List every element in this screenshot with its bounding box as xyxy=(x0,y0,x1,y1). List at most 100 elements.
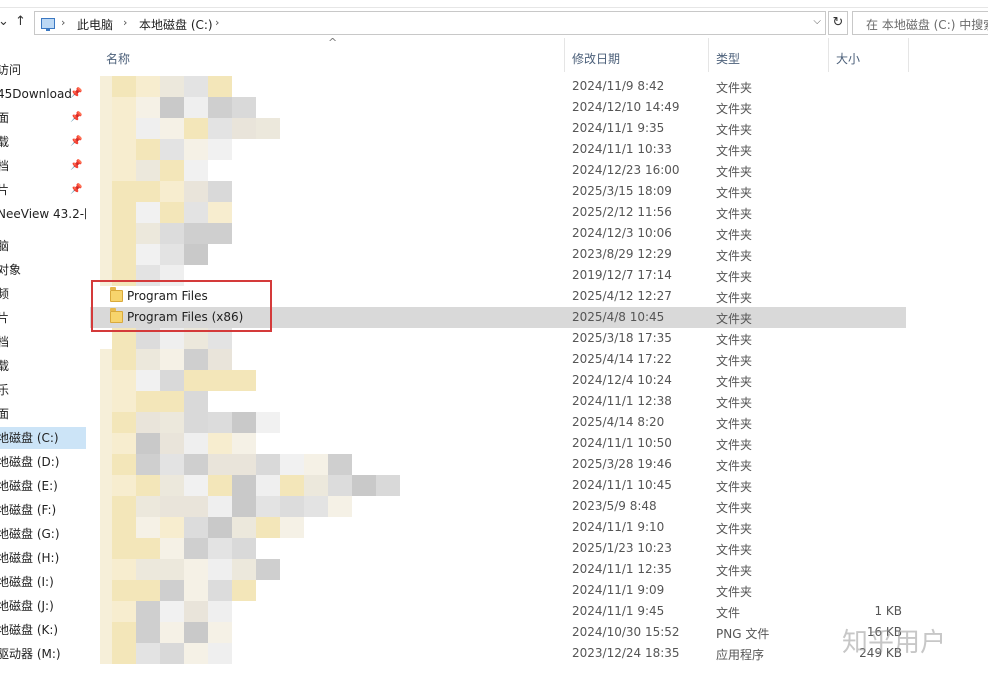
file-row[interactable]: 2024/11/1 10:45 文件夹 xyxy=(90,475,906,496)
column-header-name[interactable]: 名称 xyxy=(106,50,130,67)
nav-item-label: 档 xyxy=(0,335,10,349)
file-modified-date: 2024/11/9 8:42 xyxy=(572,79,665,93)
up-arrow-icon[interactable]: ↑ xyxy=(15,14,26,29)
nav-item-label: 驱动器 (M:) xyxy=(0,647,61,661)
file-type: 文件夹 xyxy=(716,249,753,263)
file-row[interactable]: 2024/11/1 12:38 文件夹 xyxy=(90,391,906,412)
nav-item[interactable]: 档 📌 xyxy=(0,155,86,177)
file-modified-date: 2023/5/9 8:48 xyxy=(572,499,657,513)
address-bar[interactable]: › 此电脑 › 本地磁盘 (C:) › ⌵ xyxy=(34,11,826,35)
nav-item[interactable]: 地磁盘 (J:) xyxy=(0,595,86,617)
file-modified-date: 2025/3/28 19:46 xyxy=(572,457,672,471)
nav-item-label: 地磁盘 (I:) xyxy=(0,575,54,589)
nav-item[interactable]: 载 xyxy=(0,355,86,377)
file-row[interactable]: 2023/5/9 8:48 文件夹 xyxy=(90,496,906,517)
file-row[interactable]: 2024/11/1 9:09 文件夹 xyxy=(90,580,906,601)
nav-item[interactable]: 档 xyxy=(0,331,86,353)
file-type: 文件夹 xyxy=(716,564,753,578)
nav-item[interactable]: 地磁盘 (I:) xyxy=(0,571,86,593)
file-row[interactable]: 2024/12/10 14:49 文件夹 xyxy=(90,97,906,118)
nav-item[interactable]: 片 xyxy=(0,307,86,329)
file-type: 文件夹 xyxy=(716,459,753,473)
recent-locations-icon[interactable]: ⌄ xyxy=(0,14,9,29)
file-type: 文件夹 xyxy=(716,186,753,200)
nav-item-label: 地磁盘 (D:) xyxy=(0,455,60,469)
column-divider[interactable] xyxy=(908,38,909,72)
file-modified-date: 2024/11/1 10:33 xyxy=(572,142,672,156)
nav-item[interactable]: 面 xyxy=(0,403,86,425)
column-divider[interactable] xyxy=(828,38,829,72)
nav-item-label: 面 xyxy=(0,407,10,421)
nav-item[interactable]: NeeView 43.2-图 xyxy=(0,203,86,225)
nav-item-label: 地磁盘 (E:) xyxy=(0,479,58,493)
file-modified-date: 2024/11/1 10:45 xyxy=(572,478,672,492)
file-row[interactable]: 2024/11/1 10:50 文件夹 xyxy=(90,433,906,454)
nav-item[interactable]: 地磁盘 (E:) xyxy=(0,475,86,497)
nav-item[interactable]: 乐 xyxy=(0,379,86,401)
nav-item[interactable]: 访问 xyxy=(0,59,86,81)
nav-item[interactable]: 对象 xyxy=(0,259,86,281)
breadcrumb-separator-icon[interactable]: › xyxy=(215,16,219,29)
file-row[interactable]: 2025/4/14 17:22 文件夹 xyxy=(90,349,906,370)
nav-item-label: 载 xyxy=(0,359,10,373)
file-row[interactable]: 2024/12/23 16:00 文件夹 xyxy=(90,160,906,181)
file-modified-date: 2024/10/30 15:52 xyxy=(572,625,680,639)
column-divider[interactable] xyxy=(564,38,565,72)
nav-item[interactable]: 地磁盘 (D:) xyxy=(0,451,86,473)
file-modified-date: 2025/4/14 8:20 xyxy=(572,415,665,429)
nav-item[interactable]: 驱动器 (M:) xyxy=(0,643,86,665)
file-row[interactable]: 2025/3/28 19:46 文件夹 xyxy=(90,454,906,475)
file-row[interactable]: 2024/11/1 10:33 文件夹 xyxy=(90,139,906,160)
column-header-type[interactable]: 类型 xyxy=(716,50,740,67)
file-row[interactable]: 2024/10/30 15:52 PNG 文件 16 KB xyxy=(90,622,906,643)
column-header-size[interactable]: 大小 xyxy=(836,50,860,67)
file-row[interactable]: 2023/12/24 18:35 应用程序 249 KB xyxy=(90,643,906,664)
nav-item[interactable]: 地磁盘 (C:) xyxy=(0,427,86,449)
file-type: 文件夹 xyxy=(716,585,753,599)
nav-item[interactable]: 地磁盘 (K:) xyxy=(0,619,86,641)
nav-item[interactable]: 面 📌 xyxy=(0,107,86,129)
file-modified-date: 2025/4/12 12:27 xyxy=(572,289,672,303)
file-row[interactable]: 2024/11/1 12:35 文件夹 xyxy=(90,559,906,580)
nav-item-label: NeeView 43.2-图 xyxy=(0,207,86,221)
file-modified-date: 2024/12/3 10:06 xyxy=(572,226,672,240)
nav-item[interactable]: 地磁盘 (G:) xyxy=(0,523,86,545)
file-row[interactable]: 2025/1/23 10:23 文件夹 xyxy=(90,538,906,559)
breadcrumb-this-pc[interactable]: 此电脑 xyxy=(77,16,113,33)
file-row[interactable]: 2024/11/1 9:10 文件夹 xyxy=(90,517,906,538)
file-row[interactable]: 2023/8/29 12:29 文件夹 xyxy=(90,244,906,265)
file-row[interactable]: 2024/11/9 8:42 文件夹 xyxy=(90,76,906,97)
file-modified-date: 2024/11/1 10:50 xyxy=(572,436,672,450)
file-row[interactable]: 2025/2/12 11:56 文件夹 xyxy=(90,202,906,223)
chevron-down-icon[interactable]: ⌵ xyxy=(813,16,821,27)
search-input[interactable]: 在 本地磁盘 (C:) 中搜索 xyxy=(852,11,988,35)
file-row[interactable]: 2025/4/14 8:20 文件夹 xyxy=(90,412,906,433)
nav-item[interactable]: 载 📌 xyxy=(0,131,86,153)
breadcrumb-separator-icon[interactable]: › xyxy=(123,16,127,29)
file-row[interactable]: 2024/12/4 10:24 文件夹 xyxy=(90,370,906,391)
nav-item[interactable]: 地磁盘 (F:) xyxy=(0,499,86,521)
file-row[interactable]: 2024/11/1 9:45 文件 1 KB xyxy=(90,601,906,622)
column-header-modified[interactable]: 修改日期 xyxy=(572,50,620,67)
file-row[interactable]: 2024/11/1 9:35 文件夹 xyxy=(90,118,906,139)
file-modified-date: 2024/11/1 12:38 xyxy=(572,394,672,408)
file-row[interactable]: 2025/3/15 18:09 文件夹 xyxy=(90,181,906,202)
nav-item[interactable]: 地磁盘 (H:) xyxy=(0,547,86,569)
breadcrumb-separator-icon[interactable]: › xyxy=(61,16,65,29)
column-divider[interactable] xyxy=(708,38,709,72)
file-modified-date: 2024/12/10 14:49 xyxy=(572,100,680,114)
nav-item[interactable]: 片 📌 xyxy=(0,179,86,201)
file-type: 文件夹 xyxy=(716,543,753,557)
file-type: 文件夹 xyxy=(716,522,753,536)
file-modified-date: 2024/11/1 12:35 xyxy=(572,562,672,576)
file-modified-date: 2025/4/14 17:22 xyxy=(572,352,672,366)
breadcrumb-local-disk-c[interactable]: 本地磁盘 (C:) xyxy=(139,16,213,33)
file-modified-date: 2023/8/29 12:29 xyxy=(572,247,672,261)
nav-item[interactable]: 脑 xyxy=(0,235,86,257)
file-row[interactable]: 2024/12/3 10:06 文件夹 xyxy=(90,223,906,244)
file-modified-date: 2024/11/1 9:10 xyxy=(572,520,665,534)
nav-item[interactable]: 45Download 📌 xyxy=(0,83,86,105)
nav-item[interactable]: 频 xyxy=(0,283,86,305)
refresh-button[interactable]: ↻ xyxy=(828,11,848,35)
nav-item-label: 地磁盘 (H:) xyxy=(0,551,60,565)
